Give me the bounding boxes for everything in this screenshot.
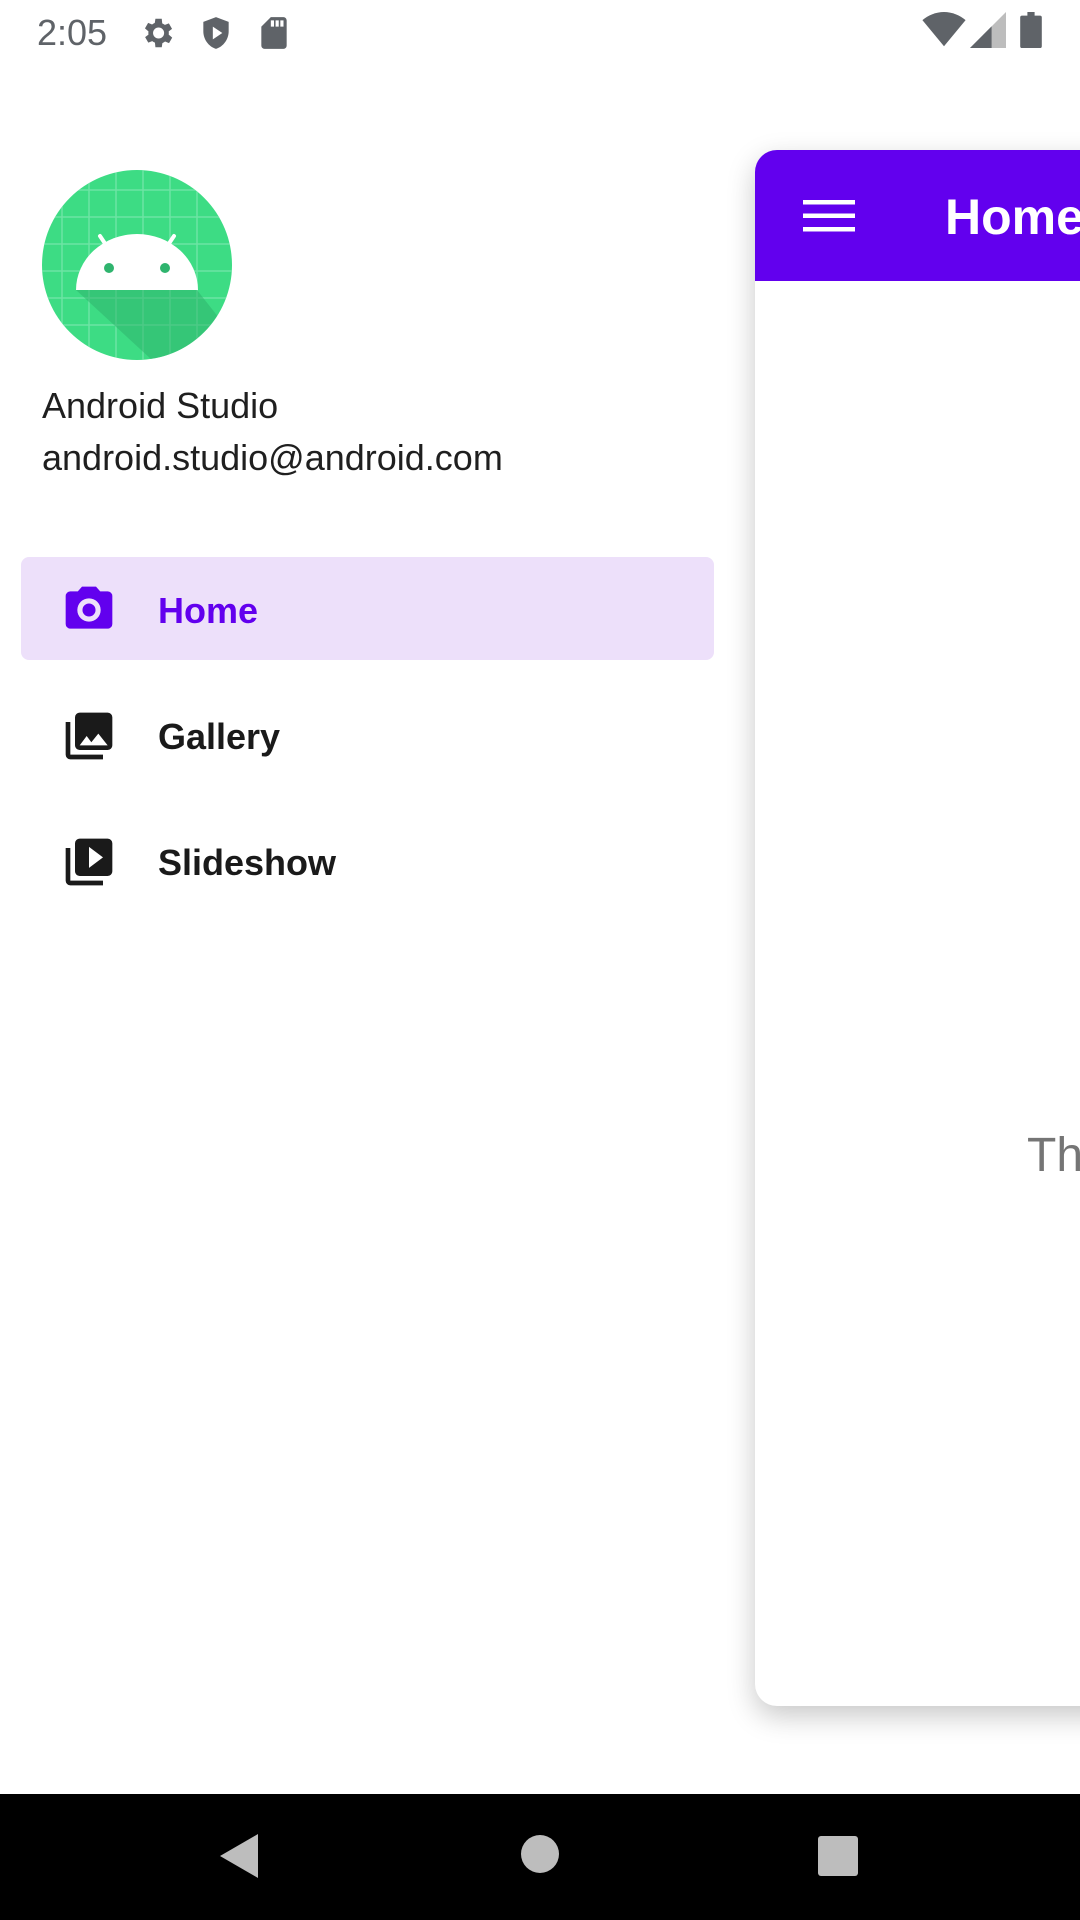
shield-play-icon xyxy=(197,14,235,52)
drawer-item-gallery[interactable]: Gallery xyxy=(21,683,714,786)
user-name: Android Studio xyxy=(42,385,279,426)
status-bar: 2:05 xyxy=(0,0,1080,64)
camera-icon xyxy=(61,582,117,638)
drawer-item-label: Gallery xyxy=(158,716,281,757)
signal-icon xyxy=(970,12,1006,48)
avatar xyxy=(42,170,232,360)
screen: 2:05 Android Studio android.studio@andro… xyxy=(0,0,1080,1920)
wifi-icon xyxy=(922,12,966,48)
sd-card-icon xyxy=(255,14,293,52)
slideshow-icon xyxy=(61,834,117,890)
drawer-item-label: Slideshow xyxy=(158,842,337,883)
drawer-item-home[interactable]: Home xyxy=(21,557,714,660)
main-content-card[interactable]: Home Th xyxy=(755,150,1080,1706)
photo-library-icon xyxy=(61,708,117,764)
system-navigation-bar xyxy=(0,1794,1080,1920)
status-time: 2:05 xyxy=(37,12,108,53)
home-icon[interactable] xyxy=(521,1835,559,1873)
hamburger-menu-icon[interactable] xyxy=(803,198,855,234)
app-bar: Home xyxy=(755,150,1080,281)
user-email: android.studio@android.com xyxy=(42,437,503,478)
drawer-item-slideshow[interactable]: Slideshow xyxy=(21,809,714,912)
drawer-item-label: Home xyxy=(158,590,259,631)
app-bar-title: Home xyxy=(945,189,1080,245)
back-icon[interactable] xyxy=(218,1832,260,1880)
recents-icon[interactable] xyxy=(818,1836,858,1876)
settings-icon xyxy=(138,14,176,52)
content-text: Th xyxy=(1027,1129,1080,1182)
android-logo-icon xyxy=(42,170,232,360)
battery-icon xyxy=(1020,12,1042,48)
